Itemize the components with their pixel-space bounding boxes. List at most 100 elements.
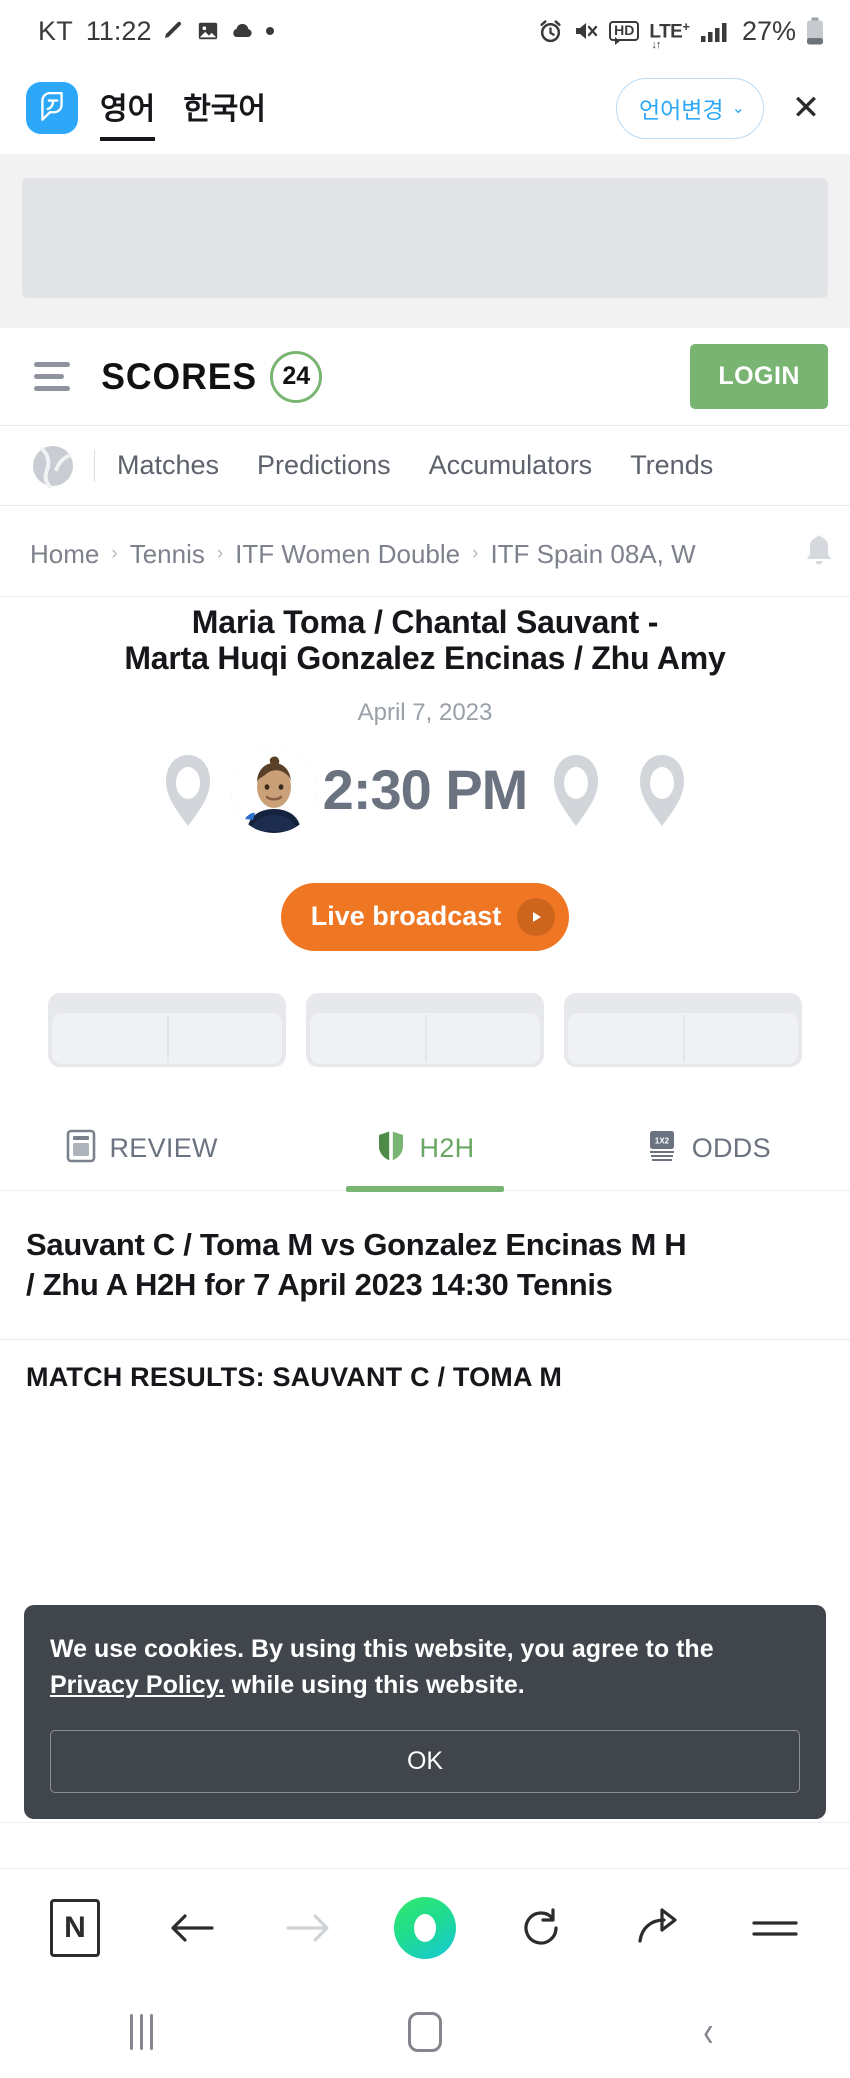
clock-label: 11:22 bbox=[85, 15, 152, 46]
svg-text:1X2: 1X2 bbox=[655, 1136, 670, 1145]
odds-1x2-icon: 1X2 bbox=[646, 1129, 678, 1168]
breadcrumb-item-home[interactable]: Home bbox=[30, 539, 99, 570]
mute-icon bbox=[573, 19, 599, 43]
odds-placeholder[interactable] bbox=[306, 992, 544, 1067]
reload-icon[interactable] bbox=[505, 1906, 579, 1950]
match-title: Maria Toma / Chantal Sauvant - Marta Huq… bbox=[24, 604, 826, 677]
back-arrow-icon[interactable] bbox=[155, 1908, 229, 1948]
tab-review[interactable]: REVIEW bbox=[0, 1103, 283, 1190]
breadcrumb-item-tennis[interactable]: Tennis bbox=[130, 539, 205, 570]
breadcrumb-item-tournament[interactable]: ITF Spain 08A, W bbox=[490, 539, 695, 570]
dot-icon bbox=[265, 26, 275, 36]
tab-h2h[interactable]: H2H bbox=[283, 1103, 566, 1192]
breadcrumb: Home › Tennis › ITF Women Double › ITF S… bbox=[0, 506, 850, 597]
h2h-heading-block: Sauvant C / Toma M vs Gonzalez Encinas M… bbox=[0, 1190, 850, 1341]
recent-apps-icon[interactable] bbox=[0, 2014, 283, 2050]
avatar bbox=[619, 747, 705, 833]
android-status-bar: KT 11:22 HD LTE+ ↓↑ 27% bbox=[0, 0, 850, 62]
cookie-ok-button[interactable]: OK bbox=[50, 1729, 800, 1793]
battery-percent-label: 27% bbox=[741, 15, 796, 46]
nav-item-accumulators[interactable]: Accumulators bbox=[429, 450, 593, 481]
h2h-heading: Sauvant C / Toma M vs Gonzalez Encinas M… bbox=[26, 1225, 824, 1306]
back-icon[interactable]: ‹ bbox=[567, 2010, 850, 2054]
bell-icon[interactable] bbox=[788, 532, 850, 576]
tennis-ball-icon[interactable] bbox=[30, 443, 76, 489]
browser-toolbar: N bbox=[0, 1868, 850, 1986]
naver-n-label: N bbox=[50, 1898, 100, 1957]
detail-tabs: REVIEW H2H 1X2 ODDS bbox=[0, 1102, 850, 1192]
odds-placeholder[interactable] bbox=[564, 992, 802, 1067]
site-header: SCORES 24 LOGIN bbox=[0, 328, 850, 426]
privacy-policy-link[interactable]: Privacy Policy. bbox=[50, 1671, 225, 1699]
signal-icon bbox=[700, 19, 730, 43]
ad-placeholder[interactable] bbox=[22, 178, 828, 298]
cloud-icon bbox=[230, 22, 254, 40]
target-language-tab[interactable]: 한국어 bbox=[183, 84, 266, 132]
breadcrumb-items: Home › Tennis › ITF Women Double › ITF S… bbox=[30, 539, 788, 570]
android-nav-bar: ‹ bbox=[0, 1986, 850, 2078]
ad-zone bbox=[0, 154, 850, 328]
nav-item-trends[interactable]: Trends bbox=[630, 450, 713, 481]
tab-odds[interactable]: 1X2 ODDS bbox=[567, 1103, 850, 1190]
battery-icon bbox=[806, 17, 824, 45]
hd-icon: HD bbox=[609, 21, 640, 45]
close-icon[interactable]: ✕ bbox=[786, 88, 826, 128]
live-broadcast-button[interactable]: Live broadcast bbox=[280, 882, 570, 951]
naver-home-icon[interactable]: N bbox=[38, 1898, 112, 1957]
match-time: 2:30 PM bbox=[322, 758, 529, 822]
nav-item-matches[interactable]: Matches bbox=[117, 450, 219, 481]
odds-skeleton bbox=[24, 951, 826, 1067]
nav-item-predictions[interactable]: Predictions bbox=[257, 450, 391, 481]
avatar bbox=[145, 747, 231, 833]
match-header: Maria Toma / Chantal Sauvant - Marta Huq… bbox=[0, 597, 850, 1067]
logo-text: SCORES bbox=[101, 355, 258, 397]
breadcrumb-separator: › bbox=[111, 543, 118, 564]
breadcrumb-item-category[interactable]: ITF Women Double bbox=[235, 539, 460, 570]
translate-bar: 영어 한국어 언어변경 ⌄ ✕ bbox=[0, 62, 850, 154]
data-arrows-icon: ↓↑ bbox=[651, 38, 661, 51]
menu-icon[interactable] bbox=[738, 1915, 812, 1941]
tab-odds-label: ODDS bbox=[691, 1132, 771, 1163]
shield-icon bbox=[376, 1129, 406, 1168]
source-language-tab[interactable]: 영어 bbox=[100, 84, 156, 141]
pen-icon bbox=[162, 19, 186, 43]
nav-items: Matches Predictions Accumulators Trends bbox=[117, 450, 713, 481]
avatar bbox=[533, 747, 619, 833]
status-bar-left: KT 11:22 bbox=[38, 16, 275, 47]
nav-divider bbox=[94, 449, 95, 482]
live-broadcast-wrap: Live broadcast bbox=[24, 882, 826, 951]
match-results-heading: MATCH RESULTS: SAUVANT C / TOMA M bbox=[26, 1362, 563, 1393]
play-icon bbox=[517, 897, 556, 936]
breadcrumb-separator: › bbox=[472, 543, 479, 564]
site-logo[interactable]: SCORES 24 bbox=[98, 350, 323, 403]
tab-review-label: REVIEW bbox=[109, 1132, 218, 1163]
home-icon[interactable] bbox=[283, 2012, 566, 2052]
h2h-heading-line2: / Zhu A H2H for 7 April 2023 14:30 Tenni… bbox=[26, 1266, 613, 1302]
phone-screen: KT 11:22 HD LTE+ ↓↑ 27% 영어 한국어 언어변경 ⌄ ✕ … bbox=[0, 0, 850, 2078]
change-language-button[interactable]: 언어변경 ⌄ bbox=[615, 77, 764, 139]
hamburger-icon[interactable] bbox=[34, 362, 70, 391]
change-language-label: 언어변경 bbox=[638, 96, 724, 123]
avatar bbox=[230, 746, 317, 833]
odds-placeholder[interactable] bbox=[48, 992, 286, 1067]
whale-icon[interactable] bbox=[388, 1896, 462, 1959]
sport-nav: Matches Predictions Accumulators Trends bbox=[0, 426, 850, 506]
lte-plus-icon: LTE+ ↓↑ bbox=[649, 19, 690, 51]
forward-arrow-icon bbox=[271, 1908, 345, 1948]
logo-badge: 24 bbox=[270, 350, 323, 403]
h2h-heading-line1: Sauvant C / Toma M vs Gonzalez Encinas M… bbox=[26, 1226, 687, 1262]
carrier-label: KT bbox=[38, 15, 73, 46]
review-icon bbox=[66, 1129, 96, 1168]
papago-icon[interactable] bbox=[26, 82, 78, 134]
cookie-text-before: We use cookies. By using this website, y… bbox=[50, 1635, 714, 1663]
match-title-line2: Marta Huqi Gonzalez Encinas / Zhu Amy bbox=[124, 639, 726, 676]
alarm-icon bbox=[538, 19, 563, 44]
login-button[interactable]: LOGIN bbox=[690, 344, 828, 409]
cookie-banner: We use cookies. By using this website, y… bbox=[24, 1605, 826, 1819]
image-icon bbox=[197, 20, 219, 42]
share-icon[interactable] bbox=[621, 1907, 695, 1949]
live-broadcast-label: Live broadcast bbox=[310, 901, 502, 932]
tab-h2h-label: H2H bbox=[419, 1132, 475, 1163]
chevron-down-icon: ⌄ bbox=[731, 99, 745, 117]
match-title-line1: Maria Toma / Chantal Sauvant - bbox=[191, 604, 659, 640]
